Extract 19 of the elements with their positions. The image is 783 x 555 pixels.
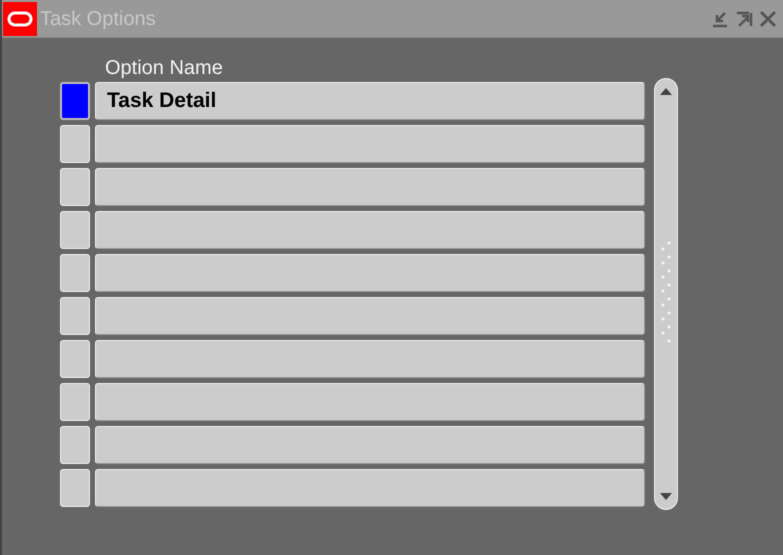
option-name-field[interactable]: [95, 254, 645, 292]
scrollbar[interactable]: [654, 78, 678, 510]
app-logo-icon: [3, 2, 37, 36]
option-name-field[interactable]: [95, 168, 645, 206]
minimize-icon[interactable]: [711, 10, 729, 28]
close-icon[interactable]: [759, 10, 777, 28]
option-name-field[interactable]: [95, 383, 645, 421]
option-name-field[interactable]: [95, 340, 645, 378]
option-name-field[interactable]: [95, 469, 645, 507]
option-name-field[interactable]: [95, 297, 645, 335]
maximize-icon[interactable]: [735, 10, 753, 28]
row-selector[interactable]: [60, 82, 90, 120]
scroll-down-icon[interactable]: [660, 493, 672, 501]
option-name-field[interactable]: Task Detail: [95, 82, 645, 120]
column-header: Option Name: [105, 56, 223, 81]
scroll-up-icon[interactable]: [660, 87, 672, 95]
option-name-field[interactable]: [95, 426, 645, 464]
option-name-field[interactable]: [95, 125, 645, 163]
option-name-field[interactable]: [95, 211, 645, 249]
